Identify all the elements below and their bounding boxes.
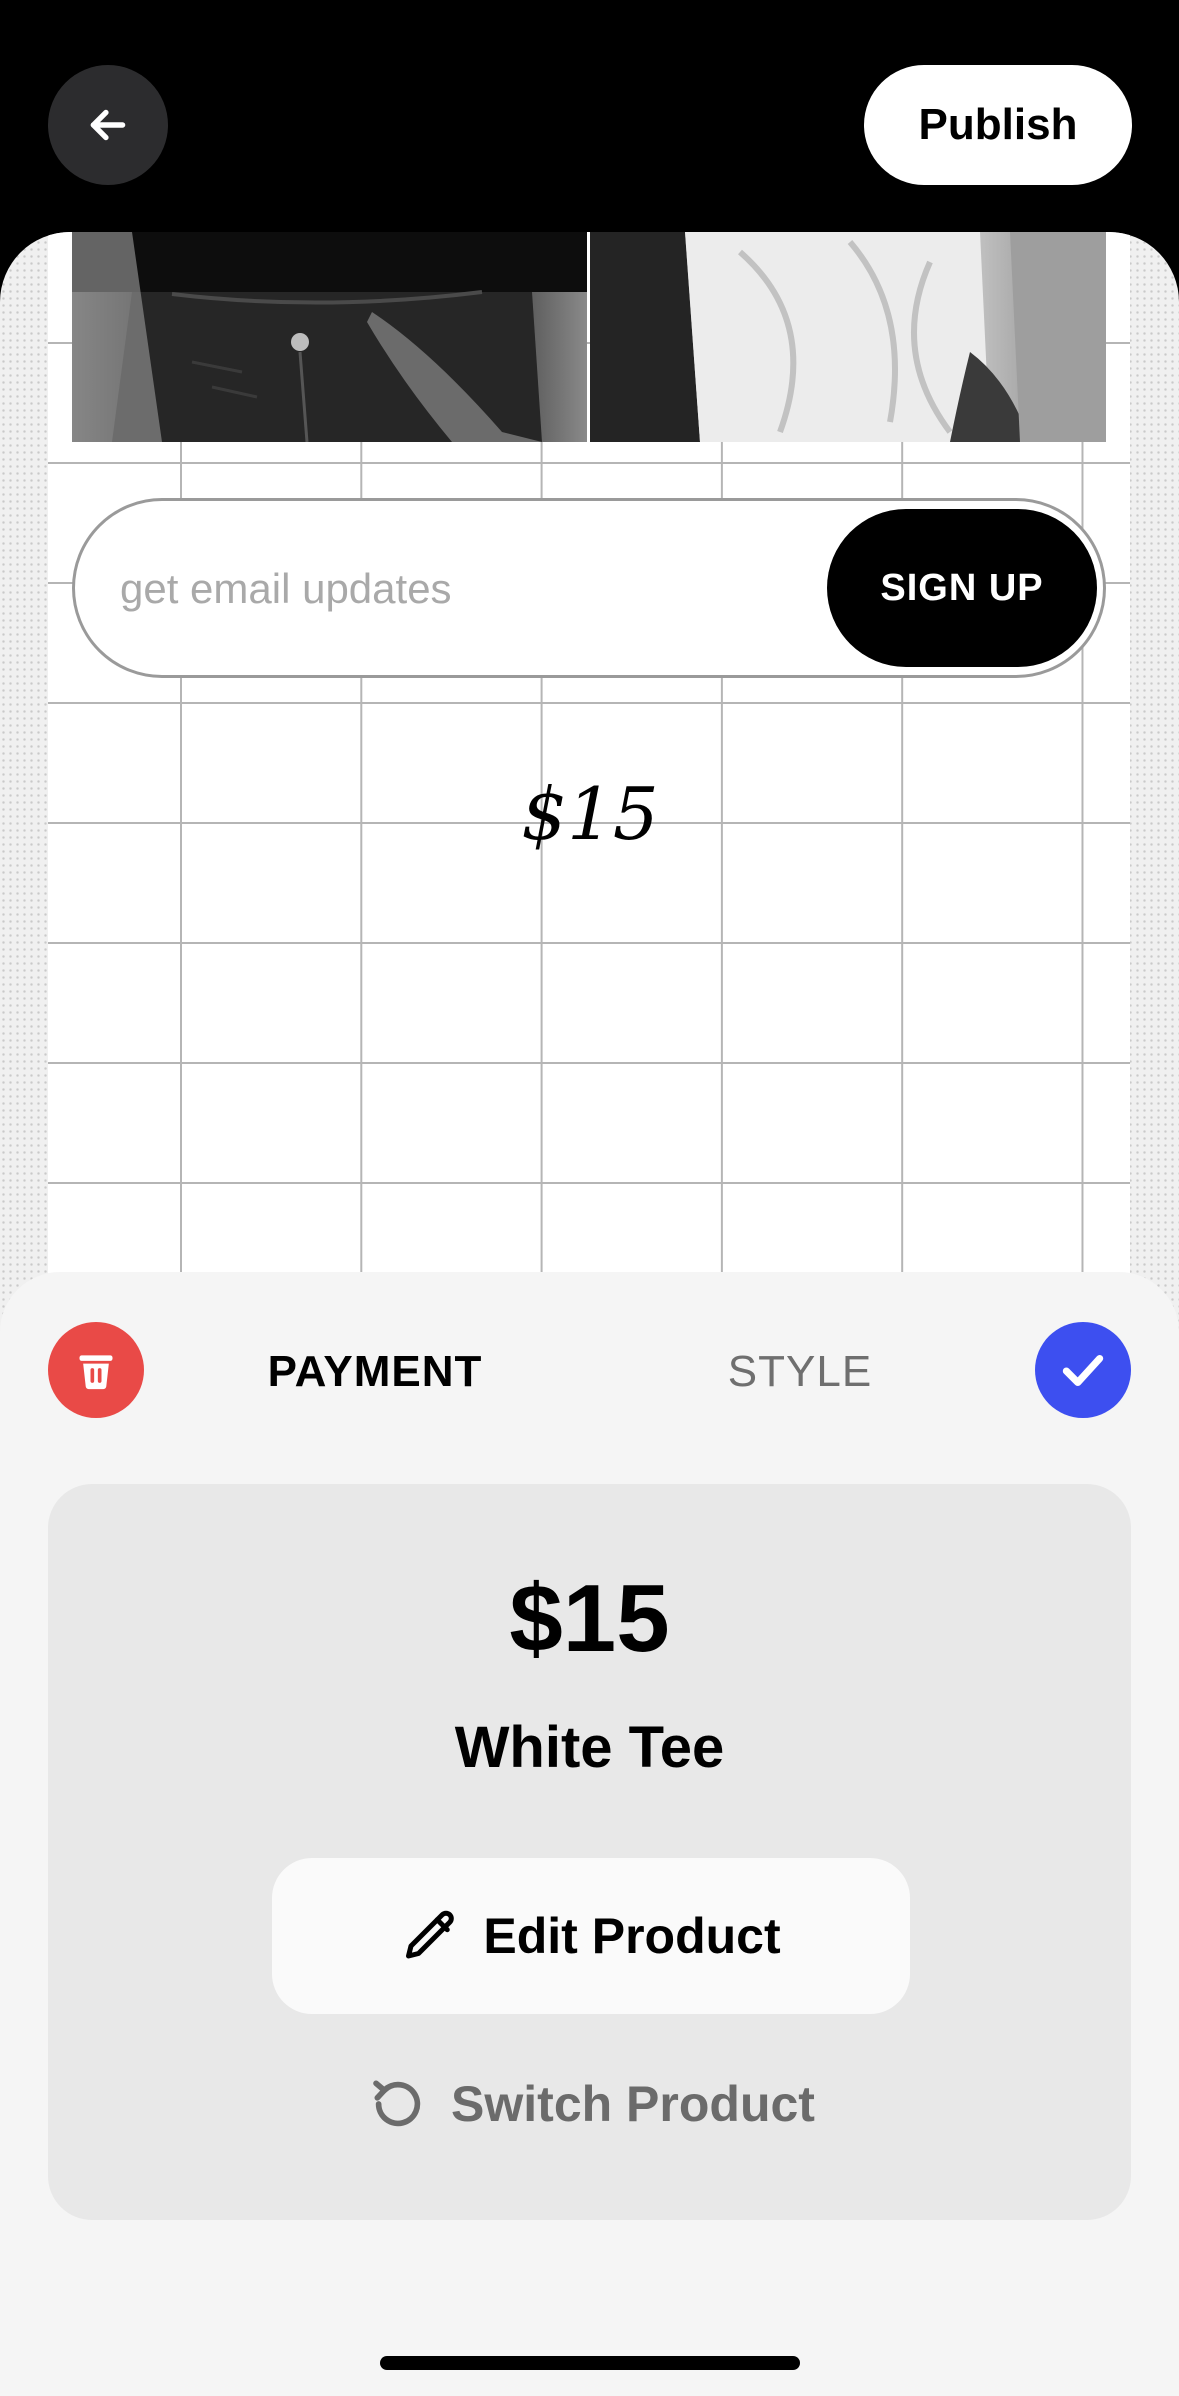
email-input[interactable] <box>120 551 820 627</box>
switch-product-label: Switch Product <box>451 2076 815 2132</box>
arrow-left-icon <box>90 109 126 141</box>
confirm-button[interactable] <box>1035 1322 1131 1418</box>
edit-product-button[interactable]: Edit Product <box>272 1858 910 2014</box>
tee-photo-image <box>590 232 1106 442</box>
pencil-icon <box>406 1910 455 1959</box>
switch-product-button[interactable]: Switch Product <box>348 2054 834 2154</box>
product-price: $15 <box>509 1565 670 1672</box>
product-card: $15 White Tee Edit Product Switch Produc… <box>48 1484 1131 2220</box>
publish-button[interactable]: Publish <box>864 65 1132 185</box>
trash-icon <box>79 1355 113 1390</box>
refresh-icon <box>373 2080 421 2127</box>
canvas-price-text[interactable]: $15 <box>440 772 740 856</box>
back-button[interactable] <box>48 65 168 185</box>
tab-payment[interactable]: PAYMENT <box>230 1342 520 1402</box>
payment-editor-sheet: PAYMENT STYLE $15 White Tee Edit Product… <box>0 1272 1179 2396</box>
product-photo-jeans[interactable] <box>72 232 587 442</box>
signup-button[interactable]: SIGN UP <box>827 509 1097 667</box>
email-signup-block: SIGN UP <box>72 498 1106 678</box>
page-canvas: SIGN UP $15 <box>0 232 1179 1372</box>
product-photo-white-tee[interactable] <box>590 232 1106 442</box>
tab-style[interactable]: STYLE <box>690 1342 910 1402</box>
edit-product-label: Edit Product <box>483 1908 781 1964</box>
delete-button[interactable] <box>48 1322 144 1418</box>
jeans-photo-image <box>72 232 587 442</box>
checkmark-icon <box>1062 1355 1104 1387</box>
product-name: White Tee <box>454 1715 725 1780</box>
home-indicator <box>380 2356 800 2370</box>
